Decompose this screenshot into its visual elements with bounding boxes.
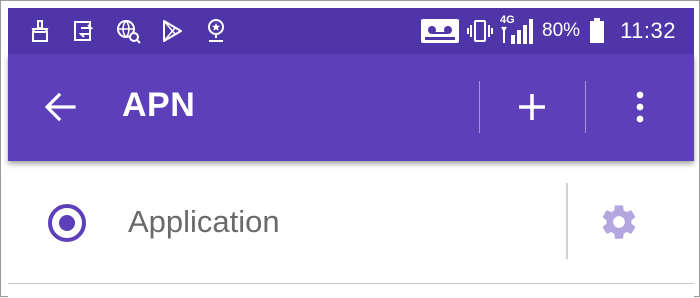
- data-transfer-icon: [70, 18, 98, 44]
- apn-list: Application: [8, 161, 694, 298]
- apn-list-item[interactable]: Application: [8, 161, 694, 283]
- play-store-icon: [158, 18, 186, 44]
- status-bar-notifications: [26, 18, 230, 44]
- clock: 11:32: [620, 18, 676, 43]
- add-apn-button[interactable]: [507, 84, 557, 134]
- plus-icon: [517, 92, 547, 127]
- toolbar-divider: [585, 81, 586, 133]
- signal-4g-icon: 4G: [500, 14, 534, 44]
- status-bar: 4G 80% 11:32: [8, 8, 694, 54]
- cleaner-icon: [26, 18, 54, 44]
- back-button[interactable]: [38, 87, 82, 131]
- page-title: APN: [122, 86, 196, 124]
- voicemail-icon: [420, 18, 460, 44]
- apn-name-label: Application: [128, 204, 280, 239]
- more-options-button[interactable]: [620, 84, 660, 134]
- battery-percent: 80%: [542, 20, 581, 41]
- arrow-back-icon: [43, 90, 77, 129]
- apn-settings-button[interactable]: [596, 201, 642, 247]
- app-bar: APN: [8, 54, 694, 161]
- location-pin-icon: [202, 18, 230, 44]
- status-bar-system: 4G 80% 11:32: [420, 14, 676, 46]
- web-search-icon: [114, 18, 142, 44]
- row-divider: [566, 183, 568, 259]
- screen-frame: 4G 80% 11:32 APN Application: [0, 0, 700, 298]
- radio-selected-dot: [59, 215, 75, 231]
- apn-radio-button[interactable]: [48, 204, 86, 242]
- vibrate-icon: [466, 18, 494, 44]
- network-type-label: 4G: [500, 14, 515, 26]
- list-divider: [8, 283, 694, 284]
- gear-icon: [599, 202, 639, 247]
- toolbar-divider: [479, 81, 480, 133]
- battery-icon: [588, 18, 606, 44]
- more-vertical-icon: [635, 91, 645, 128]
